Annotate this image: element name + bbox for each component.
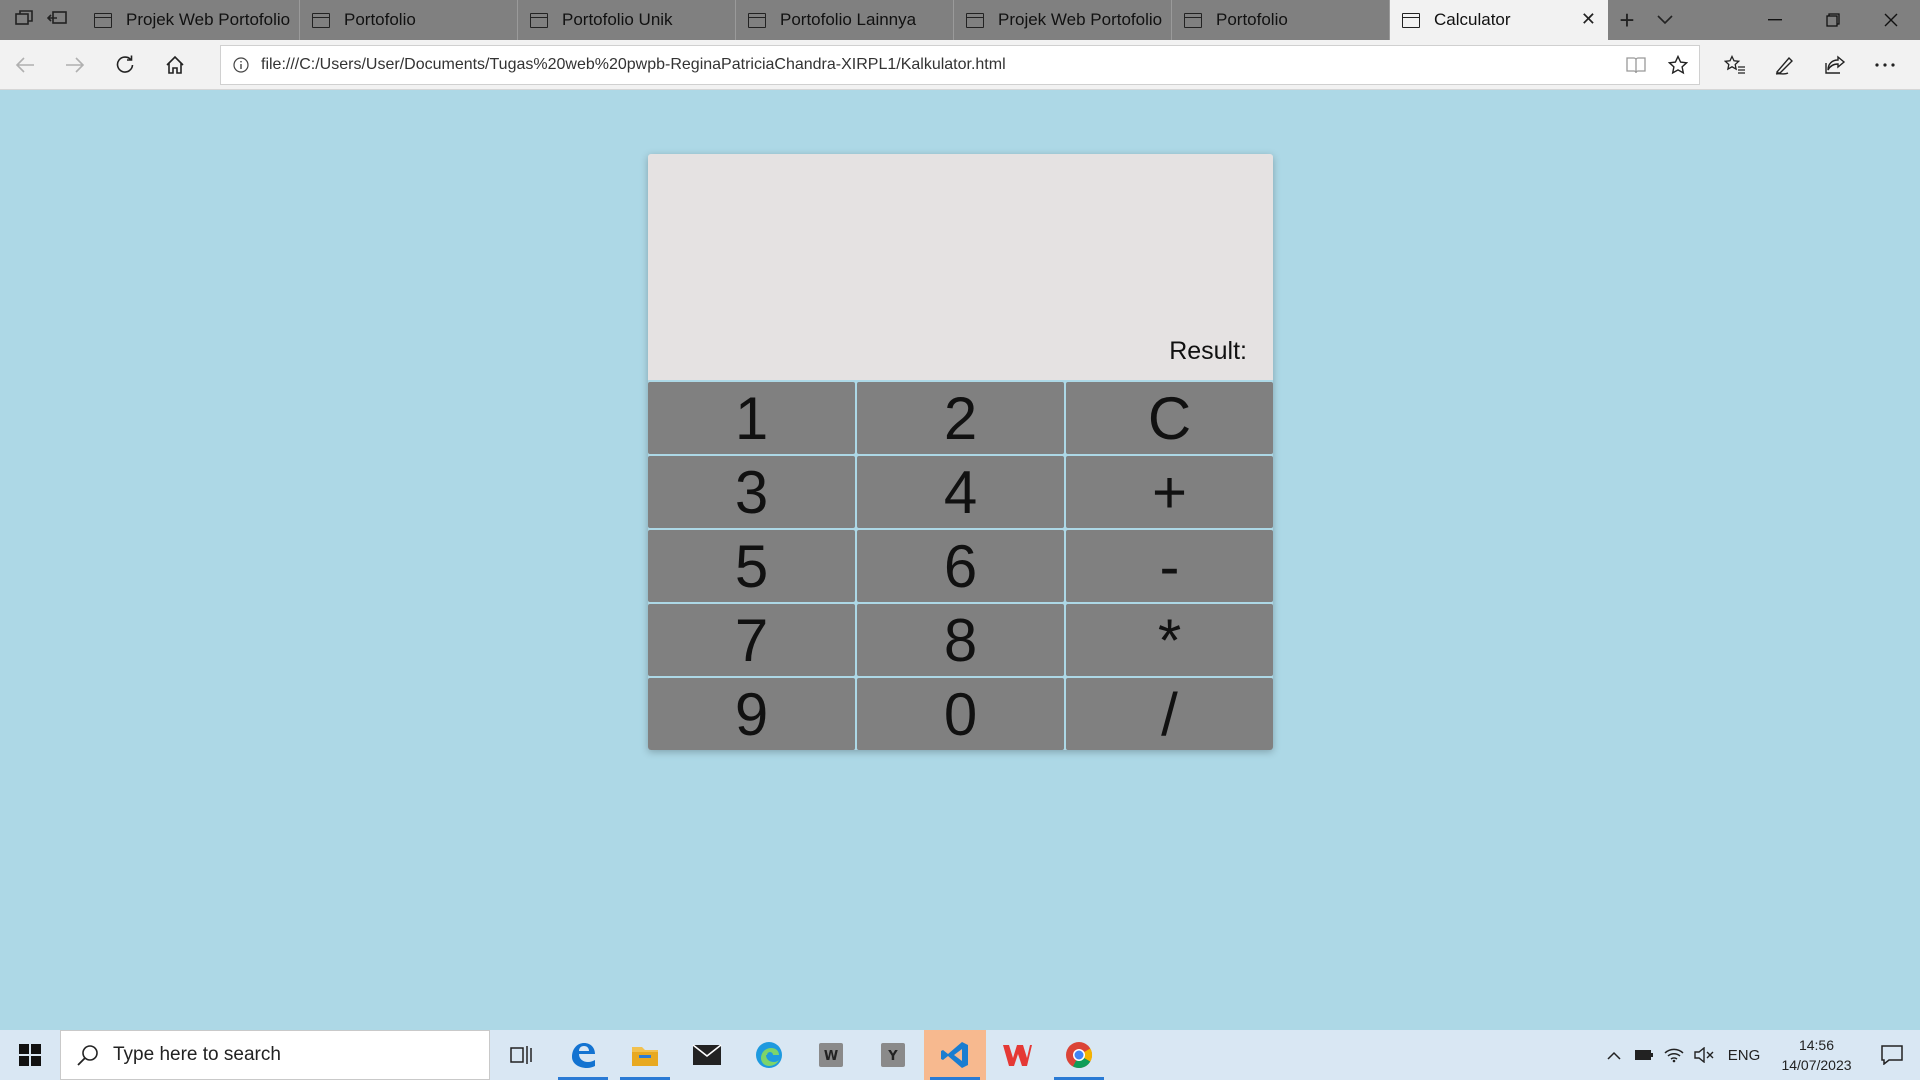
reading-view-icon[interactable]: [1615, 56, 1657, 74]
browser-toolbar: file:///C:/Users/User/Documents/Tugas%20…: [0, 40, 1920, 90]
calculator-keypad: 1 2 C 3 4 +5 6- 7 8 * 9 0/: [648, 380, 1273, 750]
back-button[interactable]: [0, 40, 50, 90]
browser-tab[interactable]: Portofolio Unik: [518, 0, 736, 40]
windows-taskbar: Type here to search W Y ENG 14:56 14/07/…: [0, 1030, 1920, 1080]
input-language[interactable]: ENG: [1719, 1047, 1769, 1064]
minimize-button[interactable]: [1746, 0, 1804, 40]
address-url[interactable]: file:///C:/Users/User/Documents/Tugas%20…: [261, 56, 1615, 74]
page-icon: [312, 12, 330, 28]
more-options-icon[interactable]: [1860, 40, 1910, 90]
browser-tab[interactable]: Portofolio: [300, 0, 518, 40]
key-3-button[interactable]: 3: [648, 456, 855, 528]
browser-tab[interactable]: Portofolio: [1172, 0, 1390, 40]
wifi-icon[interactable]: [1659, 1047, 1689, 1063]
web-notes-pen-icon[interactable]: [1760, 40, 1810, 90]
site-info-icon[interactable]: [221, 57, 261, 73]
tab-label: Projek Web Portofolio: [126, 10, 291, 29]
key-multiply-button[interactable]: *: [1066, 604, 1273, 676]
share-icon[interactable]: [1810, 40, 1860, 90]
system-tray: ENG 14:56 14/07/2023: [1599, 1030, 1920, 1080]
edge-legacy-icon[interactable]: [552, 1030, 614, 1080]
page-icon: [1184, 12, 1202, 28]
address-bar[interactable]: file:///C:/Users/User/Documents/Tugas%20…: [220, 45, 1700, 85]
calculator: Result: 1 2 C 3 4 +5 6- 7 8 * 9 0/: [648, 154, 1273, 750]
tab-list-icon[interactable]: [15, 9, 33, 31]
calculator-display: Result:: [648, 154, 1273, 380]
new-tab-button[interactable]: +: [1608, 0, 1646, 40]
svg-text:W: W: [824, 1049, 838, 1064]
taskbar-search-box[interactable]: Type here to search: [60, 1030, 490, 1080]
key-5-button[interactable]: 5: [648, 530, 855, 602]
browser-tab[interactable]: Portofolio Lainnya: [736, 0, 954, 40]
set-tabs-aside-icon[interactable]: [46, 10, 67, 31]
battery-icon[interactable]: [1629, 1049, 1659, 1061]
tab-strip-controls: [0, 0, 82, 40]
edge-icon[interactable]: [738, 1030, 800, 1080]
start-button[interactable]: [0, 1030, 60, 1080]
notification-center-icon[interactable]: [1864, 1045, 1920, 1065]
mail-icon[interactable]: [676, 1030, 738, 1080]
favorite-star-icon[interactable]: [1657, 55, 1699, 75]
svg-text:Y: Y: [887, 1049, 898, 1064]
key-4-button[interactable]: 4: [857, 456, 1064, 528]
key-8-button[interactable]: 8: [857, 604, 1064, 676]
key-1-button[interactable]: 1: [648, 382, 855, 454]
page-icon: [530, 12, 548, 28]
close-tab-icon[interactable]: ✕: [1581, 8, 1596, 30]
tab-label: Portofolio: [344, 10, 416, 29]
key-0-button[interactable]: 0: [857, 678, 1064, 750]
browser-tab-strip: Projek Web Portofolio Portofolio Portofoli…: [0, 0, 1920, 40]
home-button[interactable]: [150, 40, 200, 90]
tab-label: Portofolio: [1216, 10, 1288, 29]
vscode-icon[interactable]: [924, 1030, 986, 1080]
clock-time: 14:56: [1798, 1037, 1835, 1053]
restore-button[interactable]: [1804, 0, 1862, 40]
forward-button[interactable]: [50, 40, 100, 90]
key-subtract-button[interactable]: -: [1066, 530, 1273, 602]
show-hidden-icons-chevron-icon[interactable]: [1599, 1051, 1629, 1060]
taskbar-apps: W Y: [490, 1030, 1110, 1080]
clock[interactable]: 14:56 14/07/2023: [1769, 1035, 1864, 1075]
browser-tab[interactable]: Projek Web Portofolio: [82, 0, 300, 40]
browser-tab[interactable]: Calculator ✕: [1390, 0, 1608, 40]
toolbar-right: [1710, 40, 1910, 90]
page-icon: [94, 12, 112, 28]
wps-office-icon[interactable]: [986, 1030, 1048, 1080]
volume-muted-icon[interactable]: [1689, 1047, 1719, 1063]
refresh-button[interactable]: [100, 40, 150, 90]
close-window-button[interactable]: [1862, 0, 1920, 40]
result-label: Result:: [1169, 337, 1247, 365]
favorites-hub-icon[interactable]: [1710, 40, 1760, 90]
key-2-button[interactable]: 2: [857, 382, 1064, 454]
key-9-button[interactable]: 9: [648, 678, 855, 750]
wps-writer-icon[interactable]: W: [800, 1030, 862, 1080]
file-explorer-icon[interactable]: [614, 1030, 676, 1080]
key-7-button[interactable]: 7: [648, 604, 855, 676]
clock-date: 14/07/2023: [1781, 1057, 1852, 1073]
key-divide-button[interactable]: /: [1066, 678, 1273, 750]
tab-preview-chevron-icon[interactable]: [1646, 0, 1684, 40]
chrome-icon[interactable]: [1048, 1030, 1110, 1080]
tab-label: Calculator: [1434, 10, 1511, 29]
key-add-button[interactable]: +: [1066, 456, 1273, 528]
page-icon: [748, 12, 766, 28]
page-icon: [966, 12, 984, 28]
search-icon: [77, 1044, 99, 1066]
tab-label: Portofolio Unik: [562, 10, 673, 29]
key-clear-button[interactable]: C: [1066, 382, 1273, 454]
tab-label: Portofolio Lainnya: [780, 10, 917, 29]
key-6-button[interactable]: 6: [857, 530, 1064, 602]
yandex-icon[interactable]: Y: [862, 1030, 924, 1080]
browser-tab[interactable]: Projek Web Portofolio: [954, 0, 1172, 40]
tab-label: Projek Web Portofolio: [998, 10, 1163, 29]
page-icon: [1402, 12, 1420, 28]
task-view-icon[interactable]: [490, 1030, 552, 1080]
search-placeholder: Type here to search: [113, 1044, 281, 1065]
